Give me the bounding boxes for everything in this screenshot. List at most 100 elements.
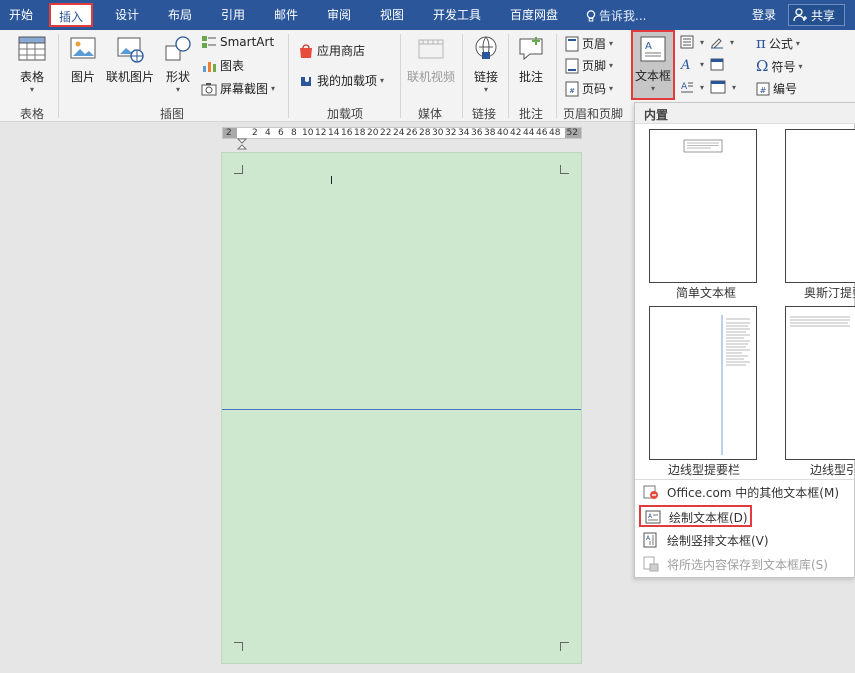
online-picture-button[interactable]: 联机图片	[104, 34, 156, 85]
quick-parts-icon	[680, 35, 694, 49]
lightbulb-icon	[586, 10, 596, 22]
numbering-button[interactable]: # 编号	[756, 80, 797, 97]
tab-references[interactable]: 引用	[221, 6, 245, 23]
chart-button[interactable]: 图表	[201, 57, 244, 74]
menu-item-label: 将所选内容保存到文本框库(S)	[667, 558, 828, 572]
share-button[interactable]: 共享	[788, 4, 845, 26]
smartart-button[interactable]: SmartArt	[201, 35, 274, 49]
picture-button[interactable]: 图片	[66, 34, 100, 85]
shapes-button[interactable]: 形状 ▾	[162, 34, 194, 94]
tab-insert[interactable]: 插入	[49, 3, 94, 27]
my-addins-label: 我的加载项	[317, 74, 378, 88]
tell-me-search[interactable]: 告诉我...	[586, 7, 646, 24]
page-number-button[interactable]: # 页码 ▾	[565, 80, 613, 97]
group-divider	[58, 34, 59, 118]
ruler-tick: 28	[419, 128, 431, 138]
svg-text:#: #	[569, 87, 575, 95]
gallery-thumb-austin[interactable]	[785, 129, 855, 283]
date-time-button[interactable]	[710, 57, 727, 71]
caret-icon: ▾	[795, 38, 800, 48]
margin-corner-mark	[560, 642, 569, 651]
ruler-tick: 42	[510, 128, 522, 138]
screenshot-button[interactable]: 屏幕截图 ▾	[201, 80, 275, 97]
caret-icon: ▾	[609, 84, 614, 93]
equation-button[interactable]: π 公式 ▾	[756, 34, 800, 52]
caret-icon: ▾	[175, 85, 180, 94]
header-label: 页眉	[582, 37, 607, 51]
group-divider	[462, 34, 463, 118]
tab-baidu-netdisk[interactable]: 百度网盘	[510, 6, 558, 23]
tab-review[interactable]: 审阅	[327, 6, 351, 23]
indent-marker-icon[interactable]	[237, 138, 247, 150]
gallery-label-simple: 简单文本框	[676, 286, 737, 300]
svg-text:A: A	[681, 82, 688, 92]
wordart-button[interactable]: A ▾	[680, 57, 704, 71]
text-box-button[interactable]: A 文本框 ▾	[631, 30, 675, 100]
caret-icon: ▾	[700, 82, 705, 92]
smartart-icon	[202, 36, 216, 48]
ruler-tick: 34	[458, 128, 470, 138]
symbol-button[interactable]: Ω 符号 ▾	[756, 57, 802, 75]
ruler-tick: 6	[278, 128, 284, 138]
comment-label: 批注	[518, 70, 543, 84]
tab-view[interactable]: 视图	[380, 6, 404, 23]
svg-text:#: #	[760, 86, 767, 95]
quick-parts-button[interactable]: ▾	[680, 35, 704, 49]
caret-icon: ▾	[380, 76, 385, 85]
tell-me-text: 告诉我...	[599, 9, 647, 23]
footer-button[interactable]: 页脚 ▾	[565, 57, 613, 74]
omega-icon: Ω	[756, 57, 769, 75]
dropcap-button[interactable]: A ▾	[680, 80, 704, 94]
tab-developer[interactable]: 开发工具	[433, 6, 481, 23]
table-button[interactable]: 表格 ▾	[14, 34, 50, 94]
ruler-tick: 26	[406, 128, 418, 138]
comment-button[interactable]: 批注	[514, 34, 548, 85]
header-button[interactable]: 页眉 ▾	[565, 35, 613, 52]
text-box-label: 文本框	[634, 69, 671, 83]
ruler-tick: 36	[471, 128, 483, 138]
group-label-header-footer: 页眉和页脚	[563, 107, 624, 121]
group-label-addins: 加载项	[327, 107, 364, 121]
online-video-button[interactable]: 联机视频	[404, 34, 458, 85]
tab-home[interactable]: 开始	[9, 6, 33, 23]
svg-text:A: A	[645, 41, 652, 52]
chart-icon	[203, 61, 216, 72]
group-divider	[508, 34, 509, 118]
menu-item-draw-textbox[interactable]: A 绘制文本框(D)	[639, 505, 752, 527]
gallery-thumb-simple[interactable]	[649, 129, 757, 283]
gallery-thumb-sideline-quote[interactable]	[785, 306, 855, 460]
online-picture-icon	[117, 37, 144, 63]
horizontal-ruler[interactable]: 2 52 2 4 6 8 10 12 14 16 18 20 22 24 26 …	[222, 127, 582, 139]
tab-mailings[interactable]: 邮件	[274, 6, 298, 23]
vertical-textbox-icon: A	[643, 532, 657, 548]
simple-textbox-preview	[683, 139, 723, 153]
svg-text:A: A	[680, 58, 690, 71]
addins-icon	[301, 76, 311, 86]
comment-icon	[519, 37, 543, 61]
link-button[interactable]: 链接 ▾	[470, 34, 502, 94]
gallery-thumb-sideline[interactable]	[649, 306, 757, 460]
sideline-quote-preview	[790, 316, 850, 327]
tab-layout[interactable]: 布局	[168, 6, 192, 23]
object-button[interactable]: ▾	[710, 80, 736, 94]
ruler-tick: 30	[432, 128, 444, 138]
ruler-tick: 2	[252, 128, 258, 138]
ruler-tick: 22	[380, 128, 392, 138]
header-icon	[565, 36, 579, 51]
group-divider	[288, 34, 289, 118]
wordart-icon: A	[680, 58, 690, 71]
pi-icon: π	[756, 34, 766, 52]
document-page[interactable]	[221, 152, 582, 664]
app-store-button[interactable]: 应用商店	[298, 42, 365, 59]
signature-line-button[interactable]: ▾	[710, 35, 734, 49]
store-icon	[300, 43, 312, 58]
menu-item-save-selection[interactable]: 将所选内容保存到文本框库(S)	[639, 553, 853, 575]
menu-item-draw-vertical-textbox[interactable]: A 绘制竖排文本框(V)	[639, 529, 853, 551]
tab-design[interactable]: 设计	[115, 6, 139, 23]
footer-label: 页脚	[582, 59, 607, 73]
menu-item-more-textboxes[interactable]: Office.com 中的其他文本框(M)	[639, 481, 853, 503]
login-link[interactable]: 登录	[752, 6, 776, 23]
sideline-textbox-preview	[721, 315, 750, 455]
ruler-tick: 18	[354, 128, 366, 138]
my-addins-button[interactable]: 我的加载项 ▾	[298, 72, 384, 89]
